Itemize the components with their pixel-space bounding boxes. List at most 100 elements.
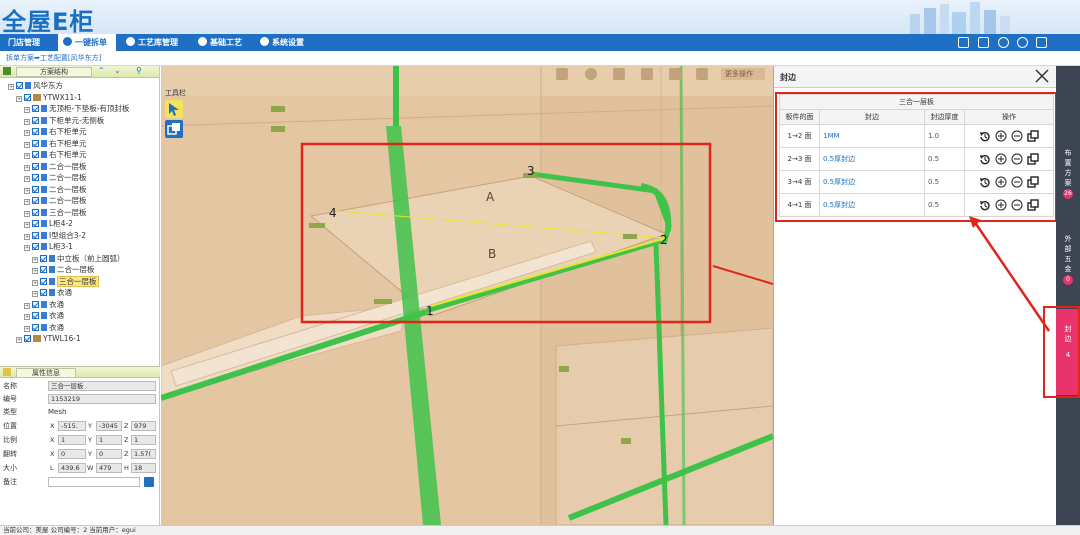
tree-item[interactable]: + L柜3-1 [24, 241, 73, 252]
copy-icon[interactable] [1027, 176, 1039, 188]
tree-checkbox[interactable] [24, 335, 31, 342]
remove-icon[interactable] [1011, 176, 1023, 188]
scale-z-field[interactable]: 1 [131, 435, 156, 445]
band-cell[interactable]: 0.5厚封边 [819, 193, 925, 217]
nav-settings[interactable]: 系统设置 [260, 34, 316, 51]
expand-toggle-icon[interactable]: + [24, 130, 30, 136]
tree-item[interactable]: + 下柜单元-无侧板 [24, 115, 104, 126]
nav-basic-craft[interactable]: 基础工艺 [198, 34, 250, 51]
undo-icon[interactable] [979, 176, 991, 188]
expand-toggle-icon[interactable]: + [32, 268, 38, 274]
expand-toggle-icon[interactable]: + [32, 256, 38, 263]
tree-checkbox[interactable] [32, 128, 39, 135]
tree-item[interactable]: + 二合一层板 [24, 195, 87, 206]
tree-item[interactable]: + 衣通 [24, 310, 64, 321]
select-arrow-icon[interactable] [165, 100, 183, 118]
expand-toggle-icon[interactable]: + [24, 187, 30, 194]
expand-toggle-icon[interactable]: + [16, 337, 22, 343]
tree-item[interactable]: + 右下柜单元 [24, 138, 87, 149]
expand-toggle-icon[interactable]: + [24, 233, 30, 240]
tree-item[interactable]: + 衣通 [24, 322, 64, 333]
tree-checkbox[interactable] [32, 185, 39, 193]
expand-toggle-icon[interactable]: + [24, 141, 30, 148]
expand-toggle-icon[interactable]: + [24, 164, 30, 171]
add-icon[interactable] [995, 153, 1007, 165]
tree-checkbox[interactable] [32, 174, 39, 181]
tree-checkbox[interactable] [32, 197, 39, 204]
tab-edge-band[interactable]: 封边 4 [1056, 324, 1080, 360]
tree-checkbox[interactable] [16, 82, 23, 89]
add-icon[interactable] [995, 199, 1007, 211]
tree-item[interactable]: + I型组合3-2 [24, 230, 86, 241]
nav-store[interactable]: 门店管理 [8, 34, 54, 51]
tree-item[interactable]: + 右下柜单元 [24, 126, 87, 137]
breadcrumb-text[interactable]: 拆单方案➡工艺配置[风华东方] [6, 54, 101, 62]
expand-icon[interactable]: ⌄ [114, 66, 121, 75]
name-field[interactable]: 三合一层板 [48, 381, 156, 391]
add-icon[interactable] [995, 130, 1007, 142]
expand-toggle-icon[interactable]: + [24, 302, 30, 309]
tree-item[interactable]: + 无顶柜-下垫板-有顶封板 [24, 103, 129, 114]
close-icon[interactable] [1034, 68, 1050, 84]
tree-item[interactable]: + 中立板（前上圆弧） [32, 253, 125, 264]
undo-icon[interactable] [979, 153, 991, 165]
remove-icon[interactable] [1011, 153, 1023, 165]
expand-toggle-icon[interactable]: + [24, 118, 30, 125]
tree-checkbox[interactable] [32, 323, 39, 331]
band-cell[interactable]: 0.5厚封边 [819, 170, 925, 194]
expand-toggle-icon[interactable]: + [24, 176, 30, 182]
rot-y-field[interactable]: 0 [96, 449, 122, 459]
size-h-field[interactable]: 18 [131, 463, 156, 473]
nav-craft-library[interactable]: 工艺库管理 [126, 34, 188, 51]
tree-item[interactable]: + YTWL16-1 [16, 333, 81, 344]
tree-checkbox[interactable] [32, 220, 39, 227]
scene-canvas[interactable] [161, 66, 773, 525]
rot-z-field[interactable]: 1.57( [131, 449, 156, 459]
layer-copy-icon[interactable] [165, 120, 183, 138]
more-actions-button[interactable]: 更多操作 [725, 69, 753, 79]
calendar-icon[interactable] [978, 37, 989, 48]
undo-icon[interactable] [979, 199, 991, 211]
remove-icon[interactable] [1011, 130, 1023, 142]
tree-item[interactable]: + 二合一层板 [24, 172, 87, 183]
tree-checkbox[interactable] [32, 139, 39, 147]
tree-item[interactable]: + 二合一层板 [24, 161, 87, 172]
tree-checkbox[interactable] [40, 277, 47, 285]
screen-icon[interactable] [958, 37, 969, 48]
tree-checkbox[interactable] [40, 266, 47, 273]
tree-item[interactable]: + 三合一层板 [32, 275, 99, 287]
band-cell[interactable]: 0.5厚封边 [819, 147, 925, 171]
expand-toggle-icon[interactable]: + [24, 210, 30, 217]
tab-layout-scheme[interactable]: 布置方案 26 [1056, 148, 1080, 199]
expand-toggle-icon[interactable]: + [24, 222, 30, 228]
expand-toggle-icon[interactable]: + [24, 245, 30, 251]
scale-x-field[interactable]: 1 [58, 435, 86, 445]
remove-icon[interactable] [1011, 199, 1023, 211]
size-w-field[interactable]: 479 [96, 463, 122, 473]
tab-scheme-structure[interactable]: 方案结构 [16, 67, 92, 77]
tree-item[interactable]: + 衣通 [32, 287, 72, 298]
rot-x-field[interactable]: 0 [58, 449, 86, 459]
tree-checkbox[interactable] [32, 151, 39, 158]
size-l-field[interactable]: 439.6 [58, 463, 86, 473]
tree-checkbox[interactable] [32, 208, 39, 216]
tree-checkbox[interactable] [32, 116, 39, 124]
band-cell[interactable]: 1MM [819, 124, 925, 148]
tree-checkbox[interactable] [32, 105, 39, 112]
save-icon[interactable] [144, 477, 154, 487]
pos-y-field[interactable]: -3045 [96, 421, 122, 431]
tree-item[interactable]: + 二合一层板 [24, 184, 87, 195]
tree-checkbox[interactable] [32, 231, 39, 239]
user-icon[interactable] [998, 37, 1009, 48]
tree-checkbox[interactable] [32, 162, 39, 170]
tree-item[interactable]: + 右下柜单元 [24, 149, 87, 160]
copy-icon[interactable] [1027, 199, 1039, 211]
expand-toggle-icon[interactable]: + [32, 279, 38, 286]
tree-item[interactable]: + L柜4-2 [24, 218, 73, 229]
note-field[interactable] [48, 477, 140, 487]
expand-toggle-icon[interactable]: + [24, 325, 30, 332]
tree-checkbox[interactable] [32, 312, 39, 319]
collapse-icon[interactable]: ⌃ [98, 66, 105, 75]
tree-checkbox[interactable] [24, 93, 31, 101]
expand-toggle-icon[interactable]: + [24, 314, 30, 320]
